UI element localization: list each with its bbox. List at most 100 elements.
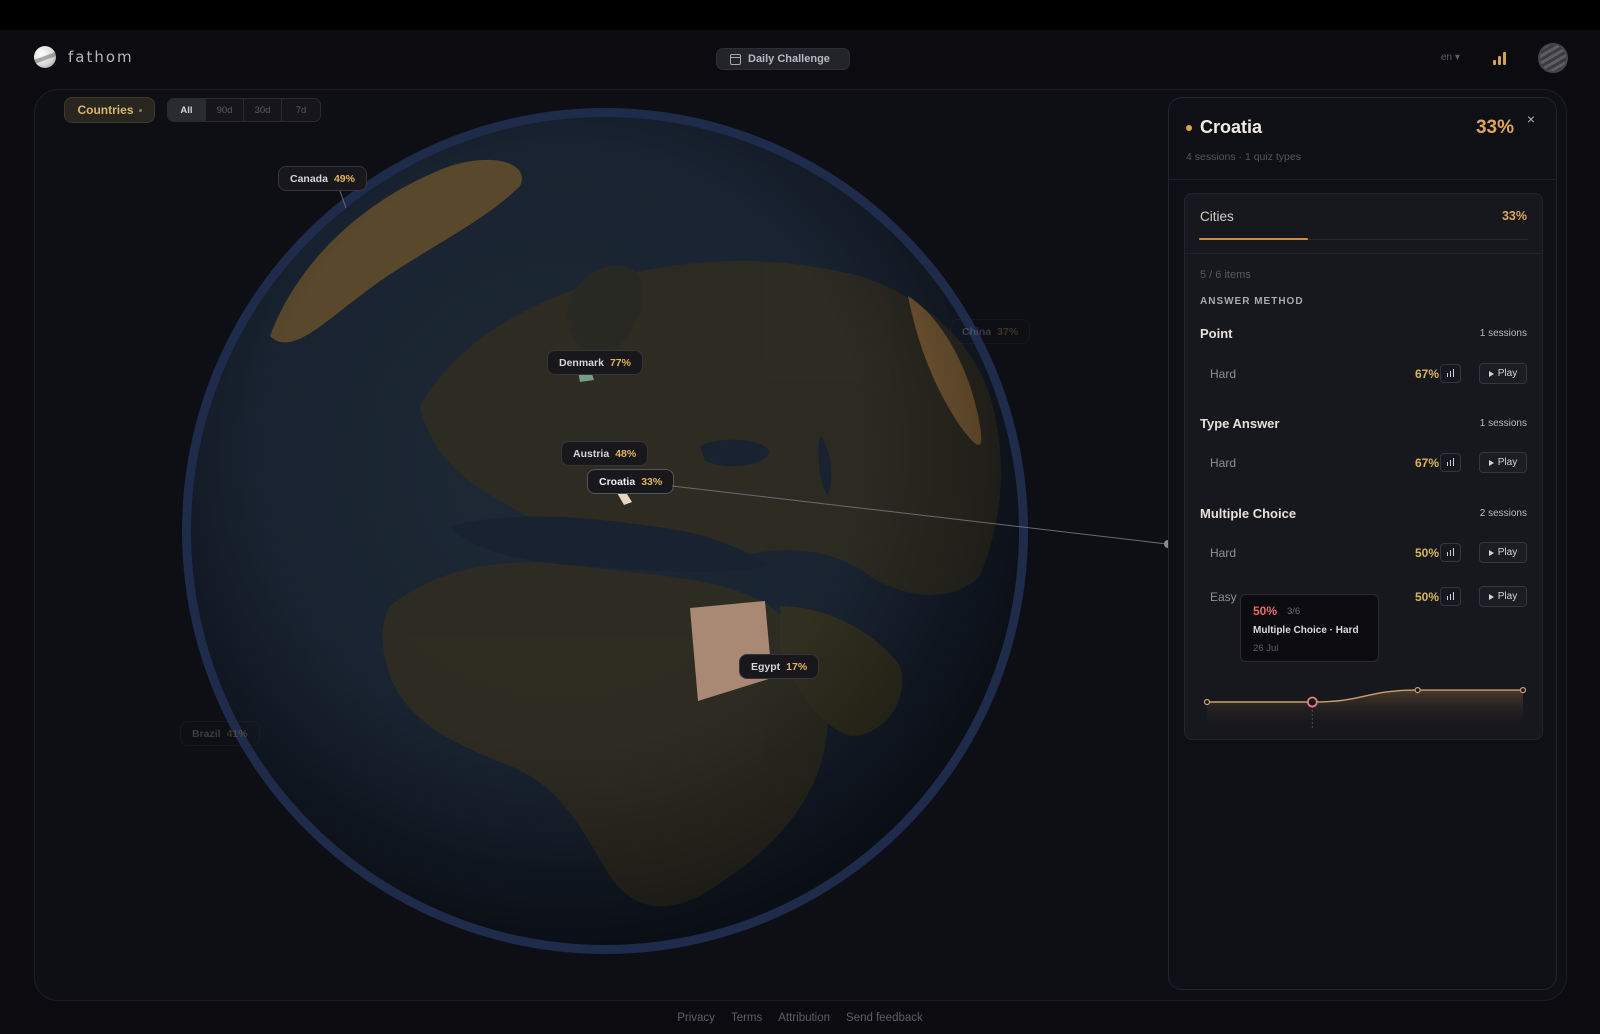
bullet-icon xyxy=(1186,124,1192,131)
method-type-answer: Type Answer 1 sessions xyxy=(1200,416,1527,432)
quiz-name: Cities xyxy=(1200,209,1234,224)
bar-chart-icon[interactable] xyxy=(1440,587,1461,606)
bar-chart-icon[interactable] xyxy=(1440,543,1461,562)
difficulty-level: Easy xyxy=(1210,590,1237,604)
country-tag-denmark[interactable]: Denmark 77% xyxy=(547,350,643,375)
difficulty-pct: 67% xyxy=(1414,367,1439,381)
panel-meta: 4 sessions · 1 quiz types xyxy=(1186,151,1301,163)
tag-country: Egypt xyxy=(751,660,781,673)
tag-country: China xyxy=(962,325,992,338)
trend-point[interactable] xyxy=(1414,686,1421,694)
play-button[interactable]: Play xyxy=(1479,542,1527,563)
tag-country: Canada xyxy=(290,172,328,185)
difficulty-level: Hard xyxy=(1210,456,1237,470)
tooltip-pct: 50% xyxy=(1253,604,1278,618)
tag-country: Croatia xyxy=(599,475,636,488)
tooltip-label: Multiple Choice · Hard xyxy=(1253,625,1359,636)
brand[interactable]: fathom xyxy=(34,46,134,68)
answer-method-label: ANSWER METHOD xyxy=(1200,296,1304,307)
method-name: Type Answer xyxy=(1200,416,1280,431)
method-sessions: 1 sessions xyxy=(1479,418,1527,429)
difficulty-pct: 67% xyxy=(1414,456,1439,470)
country-tag-austria[interactable]: Austria 48% xyxy=(561,441,649,466)
play-icon xyxy=(1488,593,1494,600)
country-tag-canada[interactable]: Canada 49% xyxy=(278,166,367,191)
daily-challenge-button[interactable]: Daily Challenge xyxy=(716,48,850,70)
play-label: Play xyxy=(1497,591,1518,602)
language-select[interactable]: en ▾ xyxy=(1441,52,1460,63)
tag-pct: 41% xyxy=(226,727,248,740)
tag-pct: 77% xyxy=(609,356,631,369)
difficulty-row: Hard 67% Play xyxy=(1200,362,1527,386)
country-tag-china[interactable]: China 37% xyxy=(950,319,1031,344)
globe-svg[interactable] xyxy=(180,106,1030,956)
method-name: Point xyxy=(1200,326,1233,341)
trend-point[interactable] xyxy=(1306,696,1318,708)
method-name: Multiple Choice xyxy=(1200,506,1297,521)
quiz-pct: 33% xyxy=(1501,209,1527,223)
method-multiple-choice: Multiple Choice 2 sessions xyxy=(1200,506,1527,522)
brand-name: fathom xyxy=(68,48,134,66)
panel-country-name: Croatia xyxy=(1200,117,1263,137)
panel-divider xyxy=(1169,179,1556,180)
play-button[interactable]: Play xyxy=(1479,452,1527,473)
method-sessions: 1 sessions xyxy=(1479,328,1527,339)
tooltip-date: 26 Jul xyxy=(1253,643,1279,654)
window-top-strip xyxy=(0,0,1600,30)
country-tag-egypt[interactable]: Egypt 17% xyxy=(739,654,820,679)
play-label: Play xyxy=(1497,368,1518,379)
globe[interactable] xyxy=(180,106,1030,956)
difficulty-level: Hard xyxy=(1210,546,1237,560)
play-label: Play xyxy=(1497,547,1518,558)
tag-pct: 48% xyxy=(615,447,637,460)
country-tag-brazil[interactable]: Brazil 41% xyxy=(180,721,260,746)
quiz-progress-fill xyxy=(1199,238,1308,240)
footer-link-privacy[interactable]: Privacy xyxy=(677,1012,715,1024)
trend-tooltip: 50% 3/6 Multiple Choice · Hard 26 Jul xyxy=(1240,594,1379,662)
bar-chart-icon[interactable] xyxy=(1440,453,1461,472)
panel-country-pct: 33% xyxy=(1475,117,1514,138)
play-label: Play xyxy=(1497,457,1518,468)
footer-link-feedback[interactable]: Send feedback xyxy=(846,1012,923,1024)
daily-challenge-label: Daily Challenge xyxy=(748,53,830,65)
quiz-card-cities: Cities 33% 5 / 6 items ANSWER METHOD Poi… xyxy=(1184,193,1543,740)
play-button[interactable]: Play xyxy=(1479,586,1527,607)
tag-pct: 33% xyxy=(641,475,663,488)
dataset-label: Countries xyxy=(77,103,134,117)
play-icon xyxy=(1488,370,1494,377)
bar-chart-icon[interactable] xyxy=(1440,364,1461,383)
stats-icon[interactable] xyxy=(1493,51,1507,65)
trend-point[interactable] xyxy=(1203,698,1211,706)
trend-point[interactable] xyxy=(1519,686,1527,694)
difficulty-row: Hard 50% Play xyxy=(1200,541,1527,565)
play-button[interactable]: Play xyxy=(1479,363,1527,384)
tag-pct: 17% xyxy=(786,660,808,673)
play-icon xyxy=(1488,459,1494,466)
difficulty-row: Hard 67% Play xyxy=(1200,451,1527,475)
fathom-logo xyxy=(34,46,56,68)
card-divider xyxy=(1185,253,1542,254)
items-count: 5 / 6 items xyxy=(1200,269,1251,281)
panel-title: Croatia xyxy=(1186,117,1262,138)
calendar-icon xyxy=(730,53,741,65)
tag-pct: 49% xyxy=(333,172,355,185)
quiz-progress-bar xyxy=(1199,238,1528,240)
difficulty-level: Hard xyxy=(1210,367,1237,381)
user-avatar[interactable] xyxy=(1538,43,1568,73)
footer: Privacy Terms Attribution Send feedback xyxy=(0,1012,1600,1024)
tooltip-fraction: 3/6 xyxy=(1287,606,1301,617)
tag-country: Brazil xyxy=(192,727,221,740)
dataset-dropdown[interactable]: Countries xyxy=(64,97,155,123)
close-icon[interactable]: × xyxy=(1524,111,1538,127)
country-detail-panel: Croatia 33% × 4 sessions · 1 quiz types … xyxy=(1168,97,1557,990)
tag-pct: 37% xyxy=(997,325,1019,338)
tag-country: Austria xyxy=(573,447,610,460)
play-icon xyxy=(1488,549,1494,556)
difficulty-pct: 50% xyxy=(1414,546,1439,560)
country-tag-croatia[interactable]: Croatia 33% xyxy=(587,469,675,494)
chevron-down-icon xyxy=(138,108,142,112)
footer-link-terms[interactable]: Terms xyxy=(731,1012,762,1024)
footer-link-attribution[interactable]: Attribution xyxy=(778,1012,830,1024)
globe-shading xyxy=(191,117,1019,945)
method-point: Point 1 sessions xyxy=(1200,326,1527,342)
